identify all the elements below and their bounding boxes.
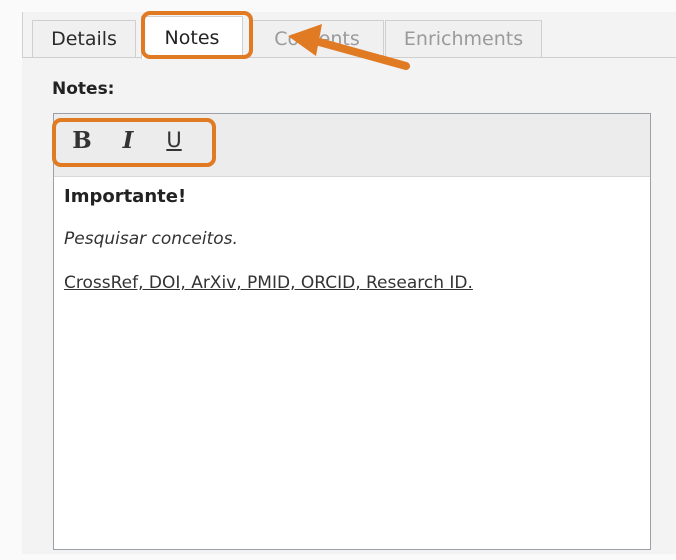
annotation-arrow-icon xyxy=(288,24,410,70)
notes-editor-text[interactable]: Importante! Pesquisar conceitos. CrossRe… xyxy=(64,186,634,293)
notes-tab-highlight-box xyxy=(141,11,253,59)
tab-details-label: Details xyxy=(51,28,117,50)
note-line-italic: Pesquisar conceitos. xyxy=(64,229,238,249)
note-line-underlined: CrossRef, DOI, ArXiv, PMID, ORCID, Resea… xyxy=(64,273,473,293)
tab-enrichments-label: Enrichments xyxy=(403,28,524,50)
notes-label: Notes: xyxy=(52,79,115,99)
tab-details[interactable]: Details xyxy=(32,20,136,57)
toolbar-highlight-box xyxy=(52,118,216,167)
notes-editor[interactable]: B I U Importante! Pesquisar conceitos. C… xyxy=(53,113,651,550)
note-line-bold: Importante! xyxy=(64,186,187,207)
